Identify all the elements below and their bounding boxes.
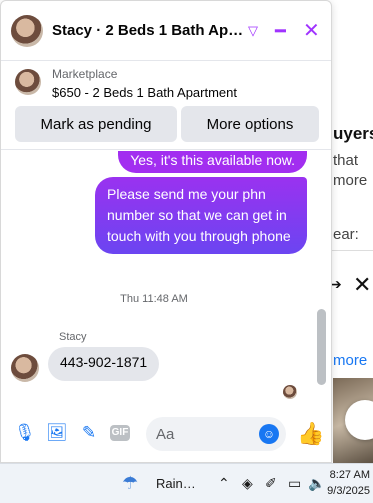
microphone-icon[interactable]: 🎙 xyxy=(14,423,36,443)
bg-close-icon[interactable]: ✕ xyxy=(353,272,371,298)
bg-see-more-link[interactable]: more xyxy=(333,352,367,369)
outgoing-message[interactable]: Yes, it's this available now. xyxy=(118,151,307,173)
composer: 🎙 🖼 ✎ GIF ☺ 👍 xyxy=(1,411,331,455)
bg-text-line: ear: xyxy=(333,226,359,243)
clock[interactable]: 8:27 AM 9/3/2025 xyxy=(312,467,370,499)
weather-rain-icon[interactable]: ☂ xyxy=(122,473,138,494)
message-timestamp: Thu 11:48 AM xyxy=(120,293,188,305)
photo-icon[interactable]: 🖼 xyxy=(46,423,68,443)
bg-divider xyxy=(330,250,373,251)
sender-avatar[interactable] xyxy=(11,354,39,382)
listing-thumbnail[interactable] xyxy=(15,69,41,95)
clock-time: 8:27 AM xyxy=(329,469,370,481)
message-list[interactable]: Yes, it's this available now. Please sen… xyxy=(1,151,331,401)
listing-title[interactable]: $650 - 2 Beds 1 Bath Apartment xyxy=(52,85,237,100)
close-icon[interactable]: ✕ xyxy=(303,19,320,43)
clock-date: 9/3/2025 xyxy=(327,485,370,497)
scrollbar-thumb[interactable] xyxy=(317,309,326,385)
incoming-message[interactable]: 443-902-1871 xyxy=(48,347,160,381)
outgoing-message[interactable]: Please send me your phn number so that w… xyxy=(95,177,307,254)
bg-text-line: that xyxy=(333,152,359,169)
chat-title[interactable]: Stacy · 2 Beds 1 Bath Apart… xyxy=(52,22,248,39)
avatar[interactable] xyxy=(11,14,43,47)
sender-name: Stacy xyxy=(59,331,87,343)
sticker-icon[interactable]: ✎ xyxy=(79,423,99,443)
chevron-up-icon[interactable]: ⌃ xyxy=(218,475,230,492)
chat-window: Stacy · 2 Beds 1 Bath Apart… ▽ ━ ✕ Marke… xyxy=(0,0,332,463)
network-icon[interactable]: ▭ xyxy=(288,475,301,492)
weather-text[interactable]: Rain… xyxy=(156,476,196,491)
listing-label: Marketplace xyxy=(52,67,118,81)
bg-text-line: more xyxy=(333,172,368,189)
mark-as-pending-button[interactable]: Mark as pending xyxy=(15,106,177,142)
thumbs-up-icon[interactable]: 👍 xyxy=(297,421,324,447)
bg-heading: uyers xyxy=(333,124,373,143)
chevron-down-icon[interactable]: ▽ xyxy=(248,19,258,43)
seen-indicator-avatar xyxy=(283,385,297,399)
listing-banner: Marketplace $650 - 2 Beds 1 Bath Apartme… xyxy=(1,62,331,150)
copilot-icon[interactable]: ◈ xyxy=(242,475,253,492)
gif-icon[interactable]: GIF xyxy=(110,425,130,441)
minimize-icon[interactable]: ━ xyxy=(275,19,286,43)
screen: uyers that more ear: ➔ ✕ more Stacy · 2 … xyxy=(0,0,373,503)
taskbar: ☂ Rain… ⌃ ◈ ✐ ▭ 🔈 8:27 AM 9/3/2025 xyxy=(0,463,373,503)
more-options-button[interactable]: More options xyxy=(181,106,319,142)
emoji-icon[interactable]: ☺ xyxy=(259,424,279,444)
pen-icon[interactable]: ✐ xyxy=(265,475,277,492)
chat-header[interactable]: Stacy · 2 Beds 1 Bath Apart… ▽ ━ ✕ xyxy=(1,1,331,61)
